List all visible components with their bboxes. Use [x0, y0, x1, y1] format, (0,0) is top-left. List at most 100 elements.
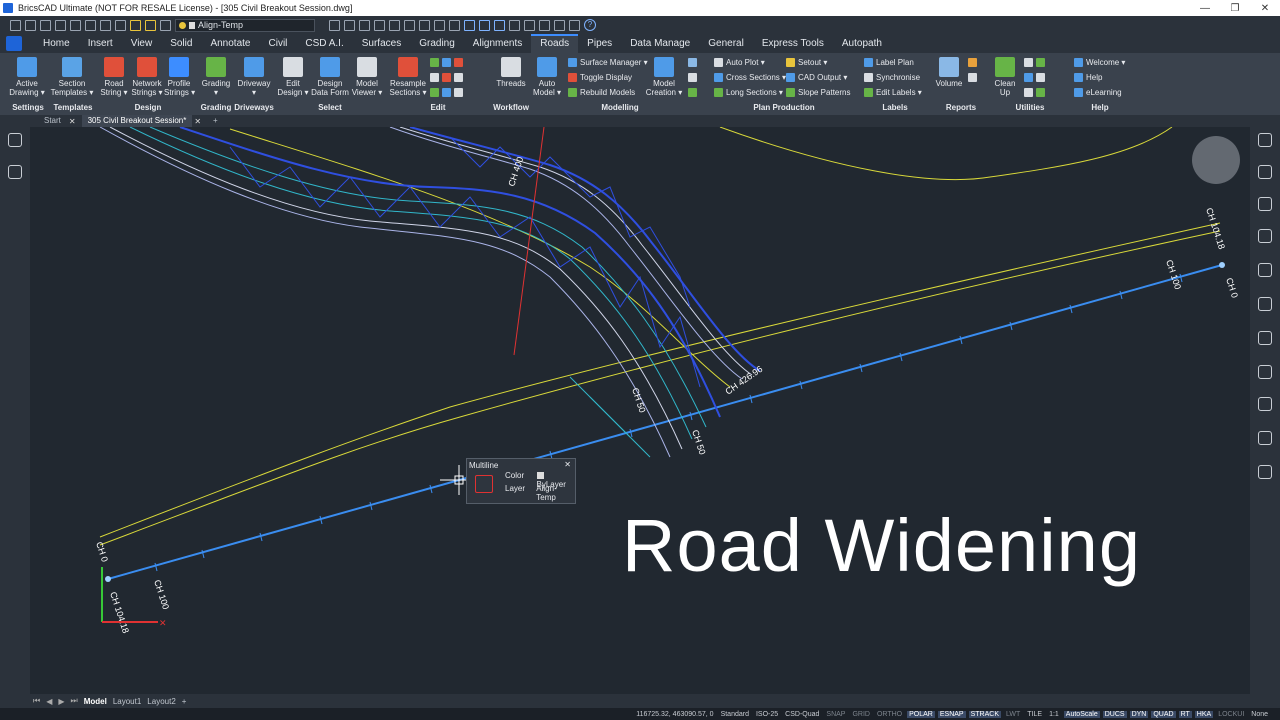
status-polar[interactable]: POLAR	[907, 710, 935, 718]
road-corridor[interactable]	[99, 127, 761, 458]
utility-icon-1[interactable]	[1024, 58, 1033, 67]
layers-panel-icon[interactable]	[554, 19, 565, 31]
tab-csd-ai[interactable]: CSD A.I.	[296, 34, 352, 53]
tab-autopath[interactable]: Autopath	[833, 34, 891, 53]
print-preview-icon[interactable]	[85, 19, 96, 31]
active-drawing-button[interactable]: Active Drawing ▾	[6, 57, 48, 97]
edit-tool-icon-1[interactable]	[430, 58, 439, 67]
tab-general[interactable]: General	[699, 34, 753, 53]
utility-icon-3[interactable]	[1024, 73, 1033, 82]
bulb-panel-icon[interactable]	[1258, 133, 1272, 147]
tab-layout1[interactable]: Layout1	[113, 697, 141, 706]
utility-icon-6[interactable]	[1036, 88, 1045, 97]
status-autoscale[interactable]: AutoScale	[1063, 710, 1100, 718]
status-lwt[interactable]: LWT	[1004, 711, 1022, 718]
application-menu-button[interactable]	[6, 36, 22, 51]
layer-dropdown[interactable]: Align-Temp	[175, 18, 315, 32]
tab-view[interactable]: View	[122, 34, 162, 53]
prev-layout-icon[interactable]: ◀	[46, 697, 52, 706]
properties-panel-icon[interactable]	[1258, 165, 1272, 179]
alignment-start-grip[interactable]	[105, 576, 111, 582]
sun-icon[interactable]	[145, 19, 156, 31]
quad-close-icon[interactable]: ✕	[564, 460, 571, 469]
grading-button[interactable]: Grading ▾	[200, 57, 232, 97]
add-layout-button[interactable]: +	[182, 697, 187, 706]
maximize-button[interactable]: ❐	[1220, 3, 1250, 14]
status-rt[interactable]: RT	[1178, 710, 1192, 718]
tab-start[interactable]: Start	[38, 115, 67, 127]
status-csd-quad[interactable]: CSD-Quad	[783, 711, 821, 718]
synchronise-button[interactable]: Synchronise	[864, 73, 920, 82]
save-icon[interactable]	[40, 19, 51, 31]
edit-design-button[interactable]: Edit Design ▾	[276, 57, 310, 97]
edit-tool-icon-6[interactable]	[454, 73, 463, 82]
status-none[interactable]: None	[1249, 711, 1270, 718]
status-scale[interactable]: 1:1	[1047, 711, 1061, 718]
slope-patterns-button[interactable]: Slope Patterns	[786, 88, 850, 97]
status-standard[interactable]: Standard	[719, 711, 751, 718]
quad-cursor-menu[interactable]: Multiline ✕ Color ByLayer Layer Align-Te…	[466, 458, 576, 504]
edit-labels-button[interactable]: Edit Labels ▾	[864, 88, 922, 97]
edit-tool-icon-9[interactable]	[454, 88, 463, 97]
layer-match-icon[interactable]	[344, 19, 355, 31]
first-layout-icon[interactable]: ⏮	[33, 696, 40, 706]
status-quad[interactable]: QUAD	[1151, 710, 1176, 718]
hatch-panel-icon[interactable]	[1258, 465, 1272, 479]
close-start-tab-icon[interactable]: ✕	[69, 117, 76, 126]
network-strings-button[interactable]: Network Strings ▾	[130, 57, 164, 97]
status-grid[interactable]: GRID	[850, 711, 872, 718]
ucs-icon[interactable]	[509, 19, 520, 31]
threads-button[interactable]: Threads	[494, 57, 528, 88]
library-panel-icon[interactable]	[1258, 229, 1272, 243]
open-file-icon[interactable]	[25, 19, 36, 31]
help-icon[interactable]: ?	[584, 19, 596, 31]
model-tool-icon-3[interactable]	[688, 88, 697, 97]
structure-icon[interactable]	[8, 165, 22, 179]
lightbulb-icon[interactable]	[130, 19, 141, 31]
status-esnap[interactable]: ESNAP	[937, 710, 966, 718]
status-tile[interactable]: TILE	[1025, 711, 1044, 718]
status-snap[interactable]: SNAP	[824, 711, 847, 718]
tab-solid[interactable]: Solid	[161, 34, 201, 53]
quad-layer-row[interactable]: Layer Align-Temp	[505, 484, 575, 502]
tab-express-tools[interactable]: Express Tools	[753, 34, 833, 53]
drawing-explorer-icon[interactable]	[1258, 263, 1272, 277]
rebuild-models-button[interactable]: Rebuild Models	[568, 88, 635, 97]
undo-icon[interactable]	[100, 19, 111, 31]
model-viewer-button[interactable]: Model Viewer ▾	[350, 57, 384, 97]
layer-isolate-icon[interactable]	[374, 19, 385, 31]
status-iso25[interactable]: ISO-25	[754, 711, 780, 718]
section-templates-button[interactable]: Section Templates ▾	[50, 57, 94, 97]
redo-icon[interactable]	[115, 19, 126, 31]
status-strack[interactable]: STRACK	[968, 710, 1001, 718]
edit-tool-icon-5[interactable]	[442, 73, 451, 82]
layer-state-icon[interactable]	[329, 19, 340, 31]
cross-sections-button[interactable]: Cross Sections ▾	[714, 73, 786, 82]
edit-tool-icon-8[interactable]	[442, 88, 451, 97]
report-icon[interactable]	[968, 73, 977, 82]
lock-icon[interactable]	[160, 19, 171, 31]
welcome-button[interactable]: Welcome ▾	[1074, 58, 1125, 67]
home-icon[interactable]	[8, 133, 22, 147]
help-button[interactable]: Help	[1074, 73, 1102, 82]
settings-gear-icon[interactable]	[539, 19, 550, 31]
resample-sections-button[interactable]: Resample Sections ▾	[388, 57, 428, 97]
tab-layout2[interactable]: Layout2	[147, 697, 175, 706]
status-ducs[interactable]: DUCS	[1102, 710, 1127, 718]
road-string-button[interactable]: Road String ▾	[98, 57, 130, 97]
clean-up-button[interactable]: Clean Up	[990, 57, 1020, 97]
layer-walk-icon[interactable]	[434, 19, 445, 31]
warning-icon[interactable]	[968, 58, 977, 67]
status-hka[interactable]: HKA	[1194, 710, 1214, 718]
alignment-end-grip[interactable]	[1219, 262, 1225, 268]
auto-model-button[interactable]: Auto Model ▾	[532, 57, 562, 97]
long-sections-button[interactable]: Long Sections ▾	[714, 88, 783, 97]
new-file-icon[interactable]	[10, 19, 21, 31]
visual-style-icon[interactable]	[494, 19, 505, 31]
multiline-icon[interactable]	[475, 475, 493, 493]
cad-output-button[interactable]: CAD Output ▾	[786, 73, 847, 82]
close-drawing-tab-icon[interactable]: ✕	[194, 117, 201, 126]
model-tool-icon-1[interactable]	[688, 58, 697, 67]
tab-insert[interactable]: Insert	[79, 34, 122, 53]
model-tool-icon-2[interactable]	[688, 73, 697, 82]
